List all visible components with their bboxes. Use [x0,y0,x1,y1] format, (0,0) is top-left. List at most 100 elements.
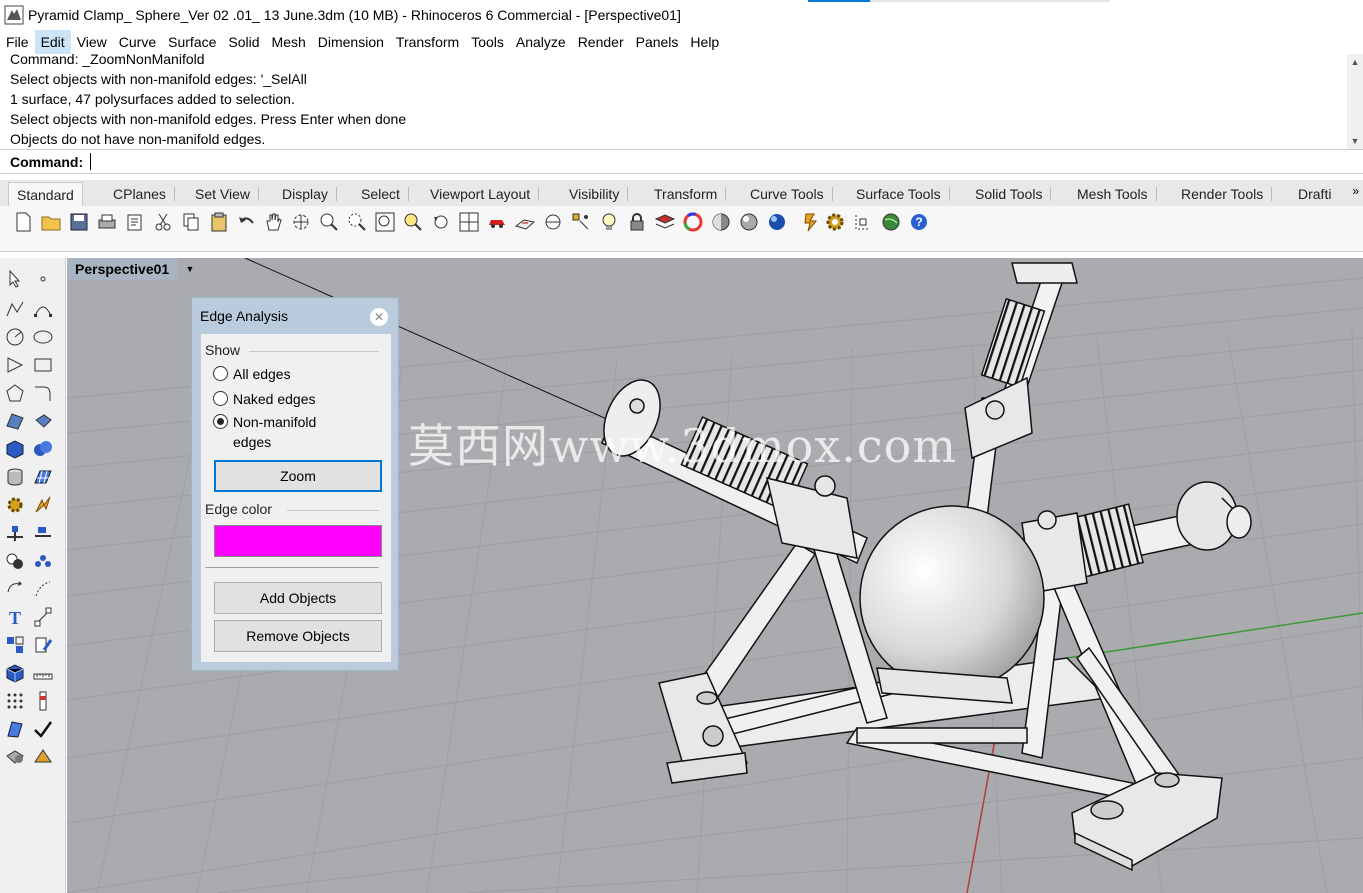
select-points-icon[interactable] [570,211,592,233]
trim-icon[interactable] [4,522,26,544]
cut-icon[interactable] [152,211,174,233]
menu-render[interactable]: Render [572,30,630,54]
circle-icon[interactable] [4,326,26,348]
group-icon[interactable] [4,550,26,572]
help-icon[interactable]: ? [908,211,930,233]
print-icon[interactable] [96,211,118,233]
light-bulb-icon[interactable] [598,211,620,233]
tab-viewport-layout[interactable]: Viewport Layout [422,182,540,206]
tab-select[interactable]: Select [353,182,409,206]
menu-analyze[interactable]: Analyze [510,30,572,54]
menu-panels[interactable]: Panels [630,30,685,54]
check-icon[interactable] [32,718,54,740]
command-history-scrollbar[interactable]: ▲ ▼ [1347,54,1363,149]
extrude-curve-icon[interactable] [32,410,54,432]
copy-icon[interactable] [180,211,202,233]
zoom-window-icon[interactable] [346,211,368,233]
surface-points-icon[interactable] [4,410,26,432]
menu-edit[interactable]: Edit [34,30,71,54]
render-sphere-icon[interactable] [766,211,788,233]
plugin-globe-icon[interactable] [880,211,902,233]
ellipse-icon[interactable] [32,326,54,348]
menu-surface[interactable]: Surface [162,30,222,54]
tab-surface-tools[interactable]: Surface Tools [848,182,950,206]
layer-icon[interactable] [654,211,676,233]
radio-non-manifold-edges[interactable]: Non-manifold edges [213,412,343,452]
save-icon[interactable] [68,211,90,233]
osnap-icon[interactable] [542,211,564,233]
box-solid-icon[interactable] [4,438,26,460]
viewport-menu-arrow-icon[interactable]: ▼ [183,258,197,280]
edge-analysis-dialog[interactable]: Edge Analysis ✕ Show All edges Naked edg… [191,297,399,671]
menu-tools[interactable]: Tools [465,30,510,54]
tab-visibility[interactable]: Visibility [561,182,629,206]
menu-help[interactable]: Help [684,30,725,54]
array-icon[interactable] [32,550,54,572]
close-icon[interactable]: ✕ [370,308,388,326]
rotate-view-icon[interactable] [290,211,312,233]
grid-dots-icon[interactable] [4,690,26,712]
edge-color-swatch[interactable] [214,525,382,557]
cylinder-icon[interactable] [4,466,26,488]
radio-button-selected[interactable] [213,414,228,429]
options-gear-icon[interactable] [824,211,846,233]
open-folder-icon[interactable] [40,211,62,233]
properties-icon[interactable] [124,211,146,233]
mesh-icon[interactable] [32,466,54,488]
tab-overflow-icon[interactable]: » [1352,184,1359,198]
menu-file[interactable]: File [0,30,35,54]
cplane-icon[interactable] [514,211,536,233]
scale-icon[interactable] [32,578,54,600]
split-icon[interactable] [32,522,54,544]
tab-display[interactable]: Display [274,182,337,206]
arc-icon[interactable] [4,354,26,376]
rendered-sphere-icon[interactable] [738,211,760,233]
menu-curve[interactable]: Curve [113,30,162,54]
lock-icon[interactable] [626,211,648,233]
point-icon[interactable] [32,268,54,290]
fillet-curve-icon[interactable] [32,382,54,404]
scroll-up-icon[interactable]: ▲ [1347,54,1363,70]
tab-curve-tools[interactable]: Curve Tools [742,182,833,206]
paste-icon[interactable] [208,211,230,233]
undo-view-icon[interactable] [430,211,452,233]
menu-view[interactable]: View [71,30,113,54]
rotate-icon[interactable] [4,578,26,600]
boolean-union-icon[interactable] [32,438,54,460]
render-object-icon[interactable] [4,746,26,768]
material-icon[interactable] [32,746,54,768]
viewport-title-tab[interactable]: Perspective01 [67,258,178,280]
history-icon[interactable] [32,690,54,712]
radio-button[interactable] [213,366,228,381]
zoom-button[interactable]: Zoom [214,460,382,492]
named-view-car-icon[interactable] [486,211,508,233]
move-gear-icon[interactable] [4,494,26,516]
ruler-icon[interactable] [32,662,54,684]
color-wheel-icon[interactable] [682,211,704,233]
zoom-dynamic-icon[interactable] [318,211,340,233]
lightning-tool-icon[interactable] [32,494,54,516]
menu-solid[interactable]: Solid [222,30,265,54]
dimension-icon[interactable] [32,606,54,628]
draft-angle-icon[interactable] [4,718,26,740]
tab-solid-tools[interactable]: Solid Tools [967,182,1052,206]
radio-button[interactable] [213,391,228,406]
lightning-icon[interactable] [800,211,822,233]
gumball-icon[interactable] [852,211,874,233]
shaded-sphere-icon[interactable] [710,211,732,233]
tab-drafting[interactable]: Drafti [1290,182,1339,206]
add-objects-button[interactable]: Add Objects [214,582,382,614]
tab-standard[interactable]: Standard [8,182,83,206]
tab-render-tools[interactable]: Render Tools [1173,182,1273,206]
edit-points-icon[interactable] [32,634,54,656]
remove-objects-button[interactable]: Remove Objects [214,620,382,652]
polygon-icon[interactable] [4,382,26,404]
four-viewports-icon[interactable] [458,211,480,233]
text-icon[interactable]: T [4,606,26,628]
radio-all-edges[interactable]: All edges [213,364,343,384]
tab-set-view[interactable]: Set View [187,182,259,206]
menu-transform[interactable]: Transform [390,30,465,54]
new-file-icon[interactable] [12,211,34,233]
scroll-down-icon[interactable]: ▼ [1347,133,1363,149]
radio-naked-edges[interactable]: Naked edges [213,389,343,409]
